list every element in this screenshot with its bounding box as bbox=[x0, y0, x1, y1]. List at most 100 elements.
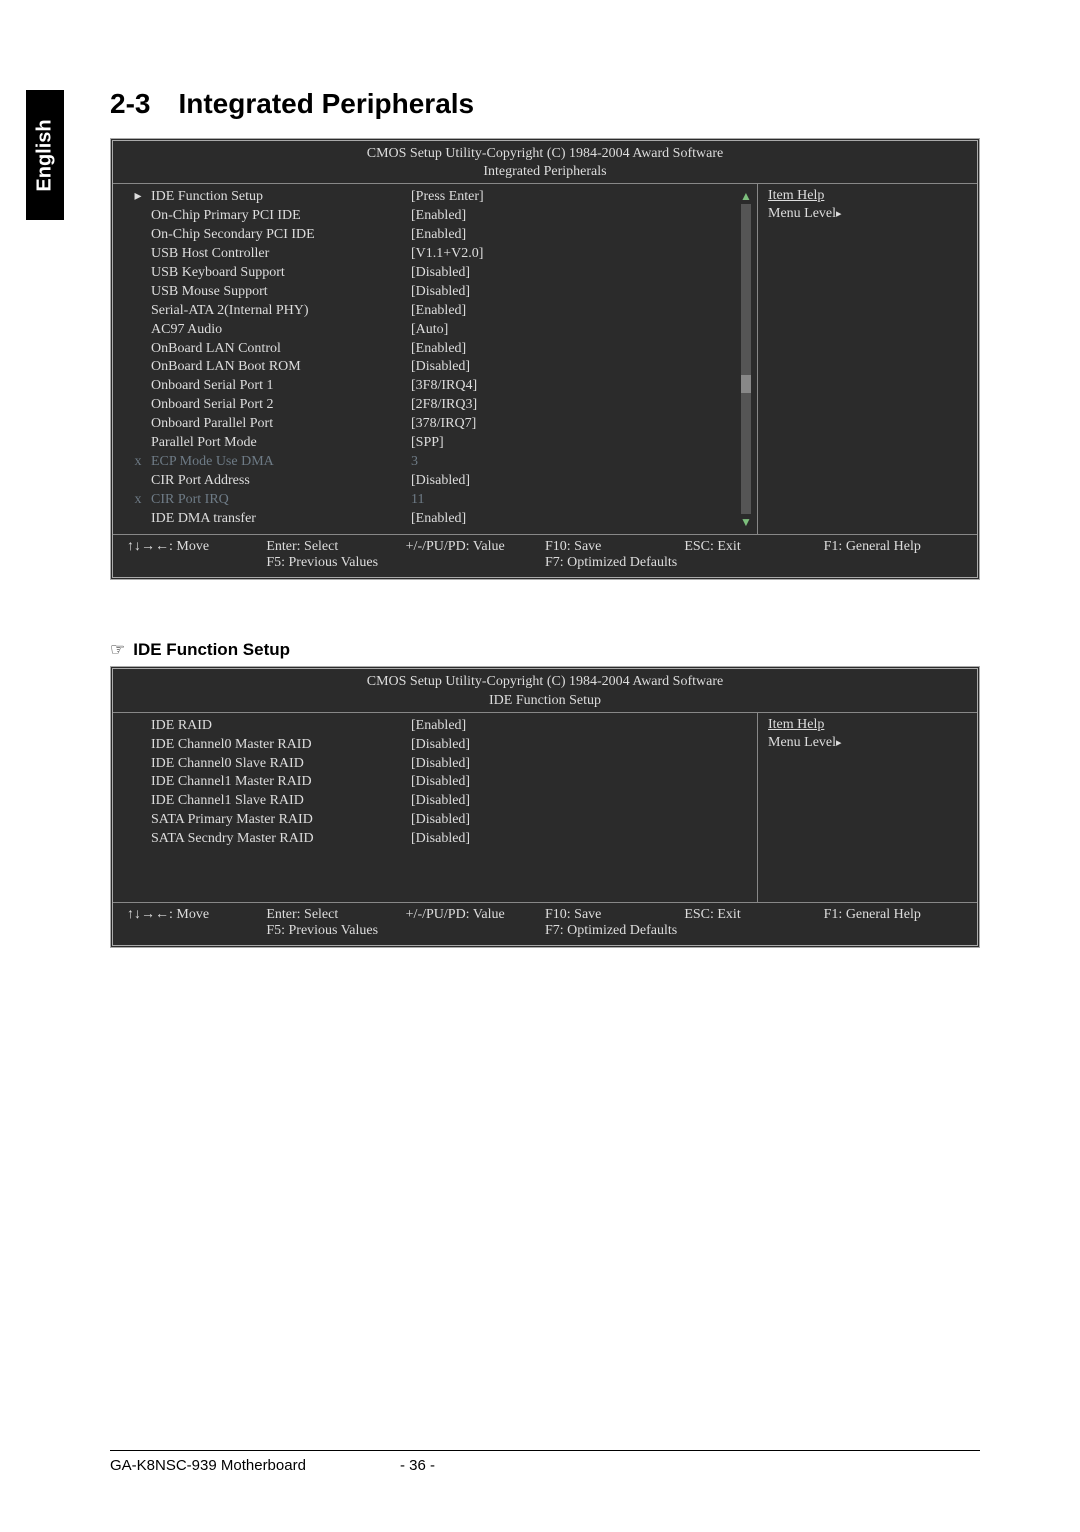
bios-option-row[interactable]: USB Keyboard Support[Disabled] bbox=[125, 264, 751, 283]
option-value[interactable]: [Enabled] bbox=[411, 717, 751, 736]
option-value[interactable]: [V1.1+V2.0] bbox=[411, 245, 751, 264]
option-label: IDE DMA transfer bbox=[151, 510, 411, 529]
bios-option-row[interactable]: Onboard Serial Port 2[2F8/IRQ3] bbox=[125, 396, 751, 415]
menu-level-arrow-icon: ▸ bbox=[836, 737, 842, 749]
bios-footer: ↑↓→←: MoveEnter: Select+/-/PU/PD: ValueF… bbox=[113, 535, 977, 577]
bios-option-row[interactable]: CIR Port Address[Disabled] bbox=[125, 472, 751, 491]
footer-hint bbox=[127, 923, 266, 939]
row-marker bbox=[125, 321, 151, 340]
scroll-up-icon[interactable]: ▲ bbox=[740, 190, 752, 202]
option-value[interactable]: [Press Enter] bbox=[411, 188, 751, 207]
option-label: On-Chip Primary PCI IDE bbox=[151, 207, 411, 226]
footer-hint: F5: Previous Values bbox=[266, 923, 405, 939]
scrollbar[interactable]: ▲ ▼ bbox=[739, 190, 753, 528]
option-value[interactable]: [Disabled] bbox=[411, 358, 751, 377]
row-marker bbox=[125, 207, 151, 226]
option-value[interactable]: [Disabled] bbox=[411, 736, 751, 755]
row-marker bbox=[125, 773, 151, 792]
bios-option-row[interactable]: SATA Secndry Master RAID[Disabled] bbox=[125, 830, 751, 849]
bios-option-row[interactable]: SATA Primary Master RAID[Disabled] bbox=[125, 811, 751, 830]
option-label: IDE Channel0 Slave RAID bbox=[151, 755, 411, 774]
row-marker bbox=[125, 736, 151, 755]
bios-option-row[interactable]: IDE Channel1 Slave RAID[Disabled] bbox=[125, 792, 751, 811]
option-value[interactable]: [Disabled] bbox=[411, 792, 751, 811]
bios-help-panel: Item Help Menu Level▸ bbox=[757, 184, 977, 534]
footer-hint: F1: General Help bbox=[824, 539, 963, 555]
footer-hint bbox=[684, 555, 823, 571]
bios-option-row[interactable]: On-Chip Primary PCI IDE[Enabled] bbox=[125, 207, 751, 226]
bios-option-row[interactable]: Parallel Port Mode[SPP] bbox=[125, 434, 751, 453]
row-marker bbox=[125, 377, 151, 396]
bios-option-row[interactable]: ▸IDE Function Setup[Press Enter] bbox=[125, 188, 751, 207]
option-label: SATA Primary Master RAID bbox=[151, 811, 411, 830]
option-label: Onboard Serial Port 2 bbox=[151, 396, 411, 415]
row-marker bbox=[125, 811, 151, 830]
row-marker bbox=[125, 283, 151, 302]
row-marker bbox=[125, 792, 151, 811]
footer-hint bbox=[127, 555, 266, 571]
option-value[interactable]: [Disabled] bbox=[411, 830, 751, 849]
option-value[interactable]: [Auto] bbox=[411, 321, 751, 340]
row-marker bbox=[125, 264, 151, 283]
bios-option-row[interactable]: xCIR Port IRQ11 bbox=[125, 491, 751, 510]
bios-option-row[interactable]: xECP Mode Use DMA3 bbox=[125, 453, 751, 472]
footer-hint: F10: Save bbox=[545, 907, 684, 923]
option-value[interactable]: [Disabled] bbox=[411, 264, 751, 283]
scroll-down-icon[interactable]: ▼ bbox=[740, 516, 752, 528]
option-value[interactable]: 3 bbox=[411, 453, 751, 472]
bios-option-row[interactable]: USB Host Controller[V1.1+V2.0] bbox=[125, 245, 751, 264]
bios-option-row[interactable]: AC97 Audio[Auto] bbox=[125, 321, 751, 340]
bios-option-row[interactable]: Onboard Parallel Port[378/IRQ7] bbox=[125, 415, 751, 434]
option-label: Onboard Parallel Port bbox=[151, 415, 411, 434]
bios-option-row[interactable]: OnBoard LAN Control[Enabled] bbox=[125, 340, 751, 359]
bios-option-row[interactable]: IDE Channel0 Slave RAID[Disabled] bbox=[125, 755, 751, 774]
option-value[interactable]: [Enabled] bbox=[411, 340, 751, 359]
bios-header: CMOS Setup Utility-Copyright (C) 1984-20… bbox=[113, 141, 977, 184]
menu-level-arrow-icon: ▸ bbox=[836, 208, 842, 220]
sub-heading: ☞IDE Function Setup bbox=[110, 640, 980, 660]
option-label: CIR Port IRQ bbox=[151, 491, 411, 510]
section-title: Integrated Peripherals bbox=[178, 88, 474, 119]
bios-option-row[interactable]: USB Mouse Support[Disabled] bbox=[125, 283, 751, 302]
option-label: SATA Secndry Master RAID bbox=[151, 830, 411, 849]
option-label: On-Chip Secondary PCI IDE bbox=[151, 226, 411, 245]
bios-option-row[interactable]: OnBoard LAN Boot ROM[Disabled] bbox=[125, 358, 751, 377]
bios-body: IDE RAID[Enabled]IDE Channel0 Master RAI… bbox=[113, 713, 977, 903]
scroll-track[interactable] bbox=[741, 204, 751, 514]
option-value[interactable]: [Enabled] bbox=[411, 302, 751, 321]
bios-option-row[interactable]: Onboard Serial Port 1[3F8/IRQ4] bbox=[125, 377, 751, 396]
scroll-thumb[interactable] bbox=[741, 375, 751, 393]
row-marker bbox=[125, 302, 151, 321]
option-value[interactable]: 11 bbox=[411, 491, 751, 510]
footer-hint bbox=[824, 923, 963, 939]
option-value[interactable]: [2F8/IRQ3] bbox=[411, 396, 751, 415]
bios-option-row[interactable]: On-Chip Secondary PCI IDE[Enabled] bbox=[125, 226, 751, 245]
row-marker: x bbox=[125, 453, 151, 472]
bios-option-row[interactable]: IDE DMA transfer[Enabled] bbox=[125, 510, 751, 529]
option-value[interactable]: [Disabled] bbox=[411, 811, 751, 830]
option-value[interactable]: [Enabled] bbox=[411, 510, 751, 529]
page-content: 2-3Integrated Peripherals CMOS Setup Uti… bbox=[110, 88, 980, 948]
option-value[interactable]: [Disabled] bbox=[411, 283, 751, 302]
option-label: OnBoard LAN Boot ROM bbox=[151, 358, 411, 377]
bios-option-row[interactable]: IDE Channel1 Master RAID[Disabled] bbox=[125, 773, 751, 792]
row-marker bbox=[125, 717, 151, 736]
option-value[interactable]: [Disabled] bbox=[411, 773, 751, 792]
item-help-title: Item Help bbox=[768, 717, 967, 733]
bios-option-row[interactable]: Serial-ATA 2(Internal PHY)[Enabled] bbox=[125, 302, 751, 321]
footer-hint bbox=[406, 923, 545, 939]
bios-option-row[interactable]: IDE RAID[Enabled] bbox=[125, 717, 751, 736]
option-value[interactable]: [3F8/IRQ4] bbox=[411, 377, 751, 396]
option-label: ECP Mode Use DMA bbox=[151, 453, 411, 472]
option-value[interactable]: [378/IRQ7] bbox=[411, 415, 751, 434]
option-label: AC97 Audio bbox=[151, 321, 411, 340]
option-value[interactable]: [Disabled] bbox=[411, 755, 751, 774]
option-value[interactable]: [SPP] bbox=[411, 434, 751, 453]
bios-help-panel: Item Help Menu Level▸ bbox=[757, 713, 977, 902]
menu-level-label: Menu Level bbox=[768, 206, 836, 221]
option-value[interactable]: [Enabled] bbox=[411, 207, 751, 226]
option-value[interactable]: [Enabled] bbox=[411, 226, 751, 245]
option-value[interactable]: [Disabled] bbox=[411, 472, 751, 491]
bios-option-row[interactable]: IDE Channel0 Master RAID[Disabled] bbox=[125, 736, 751, 755]
footer-row: F5: Previous ValuesF7: Optimized Default… bbox=[127, 555, 963, 571]
